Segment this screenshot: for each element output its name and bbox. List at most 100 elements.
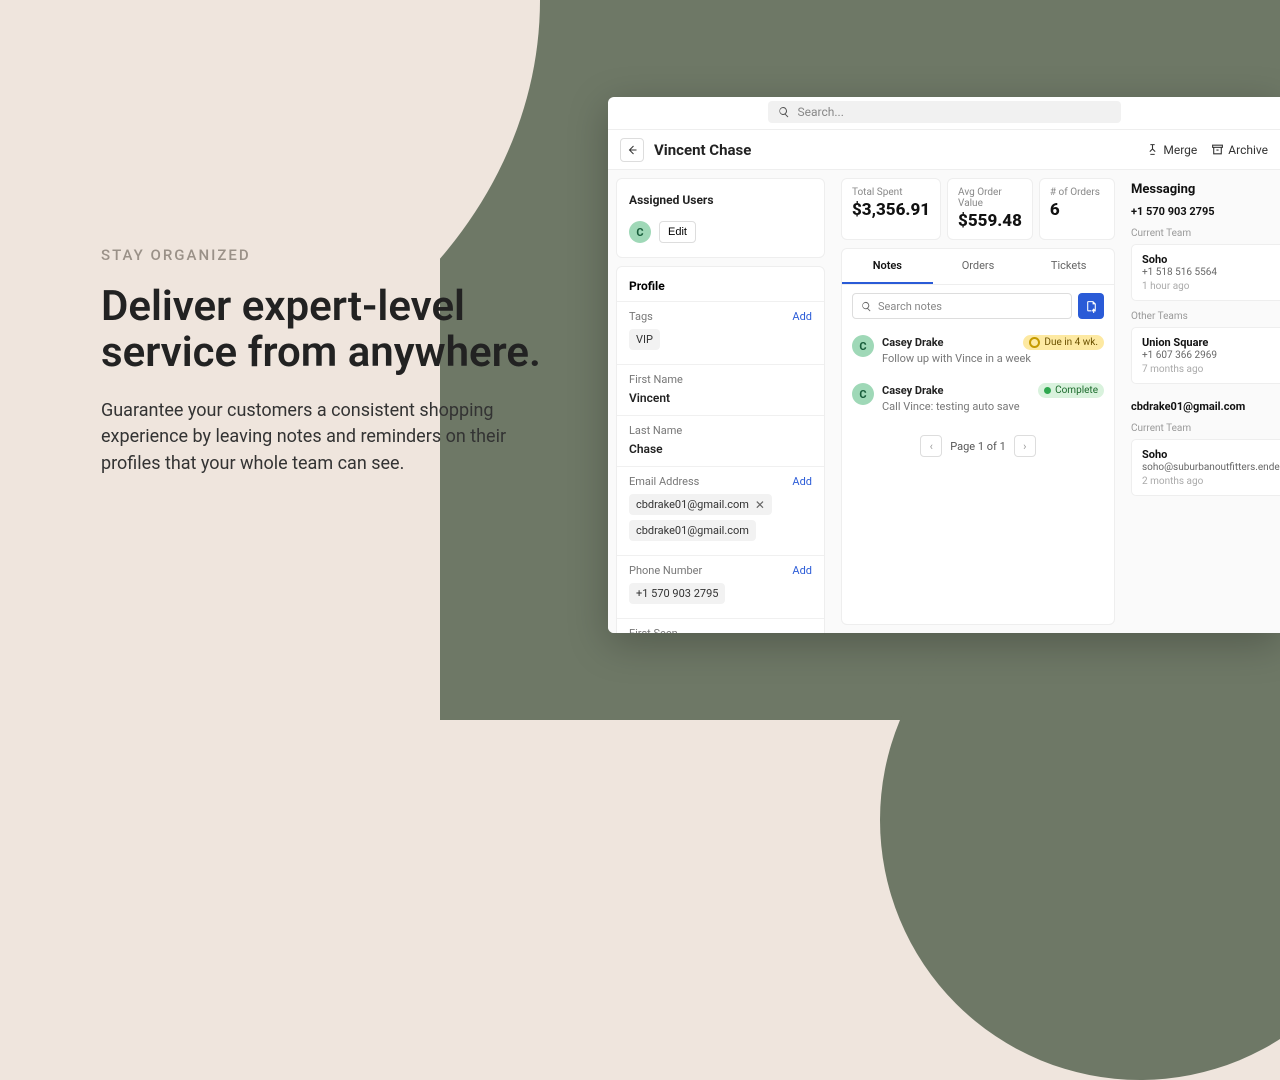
status-badge: Due in 4 wk.: [1023, 335, 1104, 350]
edit-assigned-button[interactable]: Edit: [659, 221, 696, 243]
archive-button[interactable]: Archive: [1211, 143, 1268, 157]
messaging-phone: +1 570 903 2795: [1131, 205, 1280, 218]
first-seen-label: First Seen: [629, 627, 678, 633]
stat-label: Total Spent: [852, 187, 930, 198]
phone-add-link[interactable]: Add: [792, 564, 812, 577]
email-add-link[interactable]: Add: [792, 475, 812, 488]
app-window: Search... Vincent Chase Merge Archive As…: [608, 97, 1280, 633]
search-icon: [861, 301, 872, 312]
notes-card: Notes Orders Tickets Search notes C: [841, 248, 1115, 625]
avatar: C: [852, 383, 874, 405]
team-sub: +1 607 366 2969: [1142, 350, 1280, 361]
global-search-input[interactable]: Search...: [768, 101, 1121, 123]
note-item[interactable]: C Casey Drake Complete Call Vince: testi…: [842, 375, 1114, 423]
eyebrow: STAY ORGANIZED: [101, 246, 561, 264]
search-placeholder: Search...: [798, 105, 844, 119]
add-note-button[interactable]: [1078, 293, 1104, 319]
note-author: Casey Drake: [882, 336, 943, 349]
app-body: Assigned Users C Edit Profile Tags Add V…: [608, 170, 1280, 633]
field-email: Email Address Add cbdrake01@gmail.com ✕ …: [617, 466, 824, 555]
stat-aov: Avg Order Value $559.48: [947, 178, 1033, 240]
remove-icon[interactable]: ✕: [755, 499, 765, 511]
team-name: Soho: [1142, 253, 1280, 266]
field-first-name: First Name Vincent: [617, 364, 824, 415]
note-text: Call Vince: testing auto save: [882, 400, 1104, 413]
field-last-name: Last Name Chase: [617, 415, 824, 466]
arrow-left-icon: [626, 144, 638, 156]
phone-label: Phone Number: [629, 564, 702, 577]
tags-add-link[interactable]: Add: [792, 310, 812, 323]
pager-text: Page 1 of 1: [950, 440, 1006, 453]
stat-orders: # of Orders 6: [1039, 178, 1115, 240]
back-button[interactable]: [620, 138, 644, 162]
stat-label: Avg Order Value: [958, 187, 1022, 209]
email-chip[interactable]: cbdrake01@gmail.com: [629, 520, 756, 541]
page-header: Vincent Chase Merge Archive: [608, 130, 1280, 170]
stat-value: $3,356.91: [852, 200, 930, 220]
field-tags: Tags Add VIP: [617, 301, 824, 364]
profile-card: Profile Tags Add VIP First Name Vincent …: [616, 266, 825, 633]
team-time: 7 months ago: [1142, 364, 1280, 375]
profile-title: Profile: [617, 267, 824, 301]
header-actions: Merge Archive: [1146, 143, 1268, 157]
stat-value: $559.48: [958, 211, 1022, 231]
other-teams-label: Other Teams: [1131, 311, 1280, 322]
messaging-email: cbdrake01@gmail.com: [1131, 400, 1280, 413]
note-item[interactable]: C Casey Drake Due in 4 wk. Follow up wit…: [842, 327, 1114, 375]
stat-total-spent: Total Spent $3,356.91: [841, 178, 941, 240]
team-card[interactable]: Soho +1 518 516 5564 1 hour ago: [1131, 244, 1280, 301]
merge-label: Merge: [1163, 143, 1197, 157]
avatar: C: [852, 335, 874, 357]
pager-next-button[interactable]: ›: [1014, 435, 1036, 457]
marketing-copy: STAY ORGANIZED Deliver expert-level serv…: [101, 246, 561, 477]
note-author: Casey Drake: [882, 384, 943, 397]
last-name-value: Chase: [629, 442, 812, 456]
stat-value: 6: [1050, 200, 1104, 220]
notes-search-input[interactable]: Search notes: [852, 293, 1072, 319]
team-sub: +1 518 516 5564: [1142, 267, 1280, 278]
body-text: Guarantee your customers a consistent sh…: [101, 398, 561, 476]
team-name: Soho: [1142, 448, 1280, 461]
merge-icon: [1146, 143, 1159, 156]
tab-notes[interactable]: Notes: [842, 249, 933, 284]
team-time: 1 hour ago: [1142, 281, 1280, 292]
assigned-users-card: Assigned Users C Edit: [616, 178, 825, 258]
email-chip[interactable]: cbdrake01@gmail.com ✕: [629, 494, 772, 515]
middle-column: Total Spent $3,356.91 Avg Order Value $5…: [833, 170, 1123, 633]
page-title: Vincent Chase: [654, 141, 1146, 159]
phone-chip[interactable]: +1 570 903 2795: [629, 583, 725, 604]
tab-orders[interactable]: Orders: [933, 249, 1024, 284]
tag-chip[interactable]: VIP: [629, 329, 660, 350]
team-card[interactable]: Union Square +1 607 366 2969 7 months ag…: [1131, 327, 1280, 384]
stats-row: Total Spent $3,356.91 Avg Order Value $5…: [841, 178, 1115, 240]
avatar: C: [629, 221, 651, 243]
archive-icon: [1211, 143, 1224, 156]
email-label: Email Address: [629, 475, 699, 488]
stat-label: # of Orders: [1050, 187, 1104, 198]
messaging-panel: Messaging +1 570 903 2795 Current Team S…: [1131, 178, 1280, 496]
team-sub: soho@suburbanoutfitters.endea: [1142, 462, 1280, 473]
top-search-bar: Search...: [608, 97, 1280, 130]
field-first-seen: First Seen 7 months ago: [617, 618, 824, 633]
pager-prev-button[interactable]: ‹: [920, 435, 942, 457]
tabs: Notes Orders Tickets: [842, 249, 1114, 285]
pager: ‹ Page 1 of 1 ›: [842, 423, 1114, 471]
team-time: 2 months ago: [1142, 476, 1280, 487]
current-team-label: Current Team: [1131, 228, 1280, 239]
note-plus-icon: [1085, 300, 1098, 313]
last-name-label: Last Name: [629, 424, 682, 437]
assigned-title: Assigned Users: [629, 193, 812, 207]
merge-button[interactable]: Merge: [1146, 143, 1197, 157]
note-text: Follow up with Vince in a week: [882, 352, 1104, 365]
team-card[interactable]: Soho soho@suburbanoutfitters.endea 2 mon…: [1131, 439, 1280, 496]
status-badge: Complete: [1038, 383, 1104, 398]
field-phone: Phone Number Add +1 570 903 2795: [617, 555, 824, 618]
right-column: Messaging +1 570 903 2795 Current Team S…: [1123, 170, 1280, 633]
left-column: Assigned Users C Edit Profile Tags Add V…: [608, 170, 833, 633]
tags-label: Tags: [629, 310, 653, 323]
tab-tickets[interactable]: Tickets: [1023, 249, 1114, 284]
email-chip-text: cbdrake01@gmail.com: [636, 498, 749, 511]
messaging-title: Messaging: [1131, 178, 1280, 199]
headline: Deliver expert-level service from anywhe…: [101, 284, 561, 376]
first-name-value: Vincent: [629, 391, 812, 405]
